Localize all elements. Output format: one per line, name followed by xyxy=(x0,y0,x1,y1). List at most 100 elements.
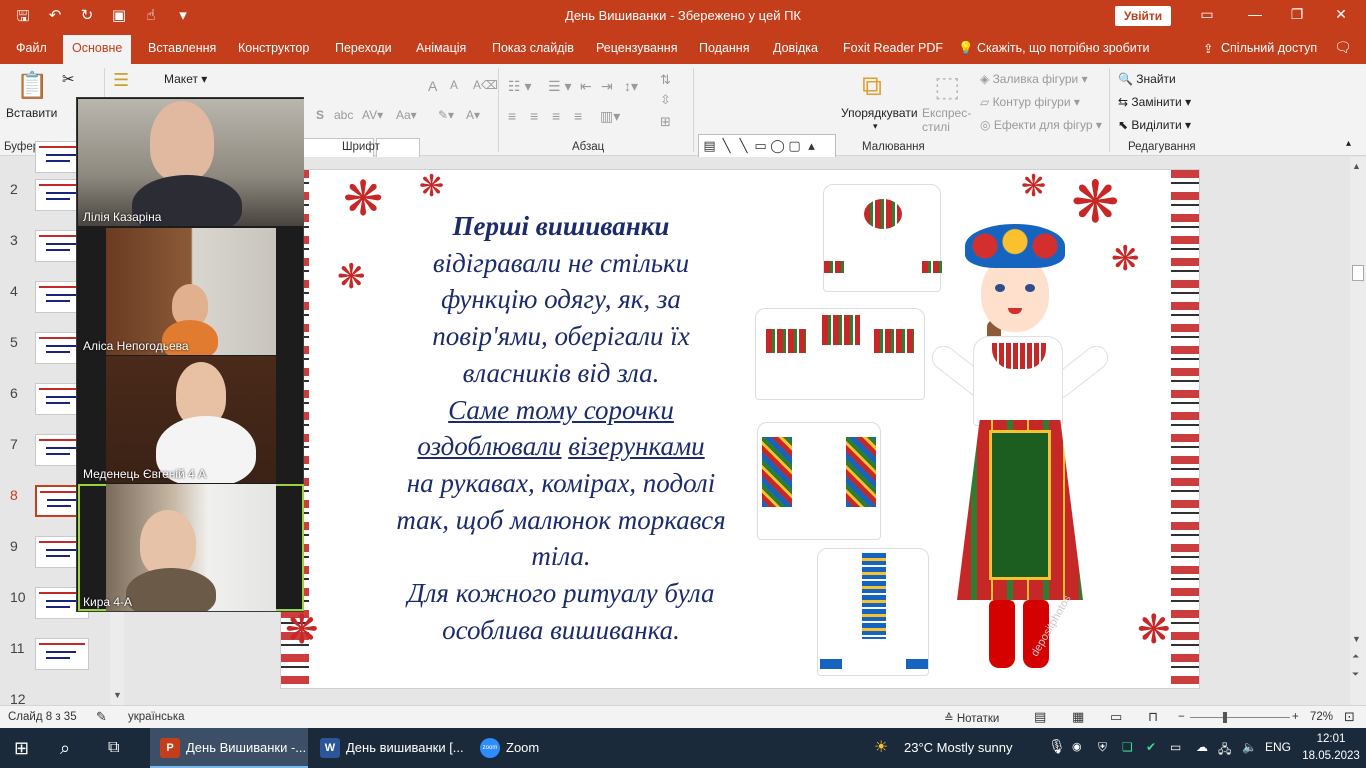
previous-slide-icon[interactable]: ⏶ xyxy=(1352,651,1359,662)
embroidered-shirt-image[interactable] xyxy=(817,548,929,676)
video-tile[interactable]: Меденець Євгеній 4 А xyxy=(78,356,304,483)
scrollbar-thumb[interactable] xyxy=(1352,265,1364,281)
share-button[interactable]: Спільний доступ xyxy=(1221,41,1317,55)
ribbon-display-icon[interactable]: ▭ xyxy=(1192,6,1222,23)
align-text-icon[interactable]: ⇳ xyxy=(660,92,671,108)
fit-to-window-icon[interactable]: ⊡ xyxy=(1344,709,1355,725)
paste-button[interactable]: Вставити xyxy=(6,106,57,120)
align-right-icon[interactable]: ≡ xyxy=(552,108,560,124)
columns-icon[interactable]: ▥▾ xyxy=(600,108,620,125)
slide-thumbnail[interactable] xyxy=(35,638,89,670)
tab-insert[interactable]: Вставлення xyxy=(148,41,216,55)
tab-transitions[interactable]: Переходи xyxy=(335,41,392,55)
embroidered-shirt-image[interactable] xyxy=(755,308,925,400)
zoom-slider[interactable] xyxy=(1190,712,1290,723)
notes-button[interactable]: ≙ Нотатки xyxy=(944,711,999,725)
zoom-slider-handle[interactable] xyxy=(1223,712,1227,723)
video-tile[interactable]: Лілія Казаріна xyxy=(78,99,304,226)
find-button[interactable]: 🔍 Знайти xyxy=(1118,72,1176,86)
grow-font-icon[interactable]: A xyxy=(428,78,437,94)
zoom-tray-icon[interactable]: ◉ xyxy=(1072,740,1082,753)
layout-button[interactable]: Макет ▾ xyxy=(164,72,207,86)
zoom-level[interactable]: 72% xyxy=(1310,711,1333,723)
tab-view[interactable]: Подання xyxy=(699,41,749,55)
search-icon[interactable]: ⌕ xyxy=(60,728,84,768)
new-slide-icon[interactable]: ☰ xyxy=(113,70,129,91)
numbering-icon[interactable]: ☰ ▾ xyxy=(548,78,571,95)
collapse-ribbon-icon[interactable]: ▴ xyxy=(1346,138,1351,149)
comments-icon[interactable]: 🗨 xyxy=(1334,39,1352,56)
line-shape-icon[interactable]: ╲ xyxy=(718,136,735,156)
embroidered-shirt-image[interactable] xyxy=(757,422,881,540)
text-direction-icon[interactable]: ⇅ xyxy=(660,72,671,88)
justify-icon[interactable]: ≡ xyxy=(574,108,582,124)
increase-indent-icon[interactable]: ⇥ xyxy=(601,78,613,95)
taskbar-app-powerpoint[interactable]: P День Вишиванки -... xyxy=(150,728,308,768)
reading-view-icon[interactable]: ▭ xyxy=(1110,709,1122,725)
normal-view-icon[interactable]: ▤ xyxy=(1034,709,1046,725)
select-button[interactable]: ⬉ Виділити ▾ xyxy=(1118,118,1191,132)
close-icon[interactable]: ✕ xyxy=(1326,6,1356,23)
spellcheck-icon[interactable]: ✎ xyxy=(96,709,107,725)
taskbar-app-zoom[interactable]: zoom Zoom xyxy=(470,728,560,768)
zoom-video-gallery[interactable]: Лілія Казаріна Аліса Непогодьева Меденец… xyxy=(76,97,304,612)
tab-file[interactable]: Файл xyxy=(16,41,47,55)
video-tile-active-speaker[interactable]: Кира 4-А xyxy=(78,484,304,611)
tab-home[interactable]: Основне xyxy=(63,35,132,64)
oval-shape-icon[interactable]: ◯ xyxy=(769,136,786,156)
next-slide-icon[interactable]: ⏷ xyxy=(1352,669,1359,680)
shadow-icon[interactable]: S xyxy=(316,108,324,122)
highlight-icon[interactable]: ✎▾ xyxy=(438,108,454,122)
tab-slideshow[interactable]: Показ слайдів xyxy=(492,41,574,55)
align-center-icon[interactable]: ≡ xyxy=(530,108,538,124)
taskbar-app-word[interactable]: W День вишиванки [... xyxy=(310,728,468,768)
battery-icon[interactable]: ▭ xyxy=(1170,740,1181,754)
microphone-icon[interactable]: 🎙 xyxy=(1048,738,1066,755)
slide-sorter-icon[interactable]: ▦ xyxy=(1072,709,1084,725)
video-tile[interactable]: Аліса Непогодьева xyxy=(78,228,304,355)
rectangle-shape-icon[interactable]: ▭ xyxy=(752,136,769,156)
weather-text[interactable]: 23°C Mostly sunny xyxy=(904,740,1013,755)
shrink-font-icon[interactable]: A xyxy=(450,78,458,92)
line-spacing-icon[interactable]: ↕▾ xyxy=(624,78,638,95)
paste-icon[interactable]: 📋 xyxy=(16,70,48,101)
shape-fill-button[interactable]: ◈ Заливка фігури ▾ xyxy=(980,72,1088,86)
scroll-up-icon[interactable]: ▲ xyxy=(1352,161,1361,171)
line-shape-icon[interactable]: ╲ xyxy=(735,136,752,156)
minimize-icon[interactable]: — xyxy=(1240,6,1270,22)
change-case-icon[interactable]: Aa▾ xyxy=(396,108,417,122)
volume-icon[interactable]: 🔈 xyxy=(1242,740,1257,754)
font-color-icon[interactable]: A▾ xyxy=(466,108,480,122)
defender-icon[interactable]: ⛨ xyxy=(1098,740,1107,755)
shape-effects-button[interactable]: ◎ Ефекти для фігур ▾ xyxy=(980,118,1102,132)
rounded-rect-shape-icon[interactable]: ▢ xyxy=(786,136,803,156)
smartart-icon[interactable]: ⊞ xyxy=(660,114,671,130)
scroll-down-icon[interactable]: ▼ xyxy=(1352,634,1361,644)
arrange-icon[interactable]: ⧉ xyxy=(862,70,882,103)
input-language[interactable]: ENG xyxy=(1265,740,1291,754)
arrange-button[interactable]: Упорядкувати xyxy=(841,106,918,120)
bullets-icon[interactable]: ☷ ▾ xyxy=(508,78,531,95)
language-indicator[interactable]: українська xyxy=(128,711,185,723)
clear-format-icon[interactable]: A⌫ xyxy=(473,78,498,92)
system-clock[interactable]: 12:01 18.05.2023 xyxy=(1296,731,1366,765)
task-view-icon[interactable]: ⧉ xyxy=(108,728,132,768)
spacing-icon[interactable]: AV▾ xyxy=(362,108,383,122)
tray-app-icon[interactable]: ❏ xyxy=(1122,740,1133,754)
slide-text-block[interactable]: Перші вишиванки відігравали не стільки ф… xyxy=(351,208,771,648)
tab-design[interactable]: Конструктор xyxy=(238,41,309,55)
zoom-in-icon[interactable]: + xyxy=(1292,711,1299,723)
textbox-shape-icon[interactable]: ▤ xyxy=(701,136,718,156)
tell-me-search[interactable]: Скажіть, що потрібно зробити xyxy=(977,41,1150,55)
slide-scrollbar[interactable]: ▲ ▼ ⏶ ⏷ xyxy=(1350,157,1366,705)
weather-icon[interactable]: ☀ xyxy=(874,737,888,757)
slide-canvas[interactable]: ❋ ❋ ❋ ❋ ❋ ❋ ❋ ❋ Перші вишиванки відіграв… xyxy=(280,169,1200,689)
decrease-indent-icon[interactable]: ⇤ xyxy=(580,78,592,95)
scroll-down-icon[interactable]: ▼ xyxy=(113,690,122,700)
security-tray-icon[interactable]: ✔ xyxy=(1146,740,1156,754)
align-left-icon[interactable]: ≡ xyxy=(508,108,516,124)
shape-outline-button[interactable]: ▱ Контур фігури ▾ xyxy=(980,95,1080,109)
arrange-dropdown-icon[interactable]: ▾ xyxy=(873,121,878,132)
more-shapes-icon[interactable]: ▴ xyxy=(803,136,820,156)
tab-help[interactable]: Довідка xyxy=(773,41,818,55)
